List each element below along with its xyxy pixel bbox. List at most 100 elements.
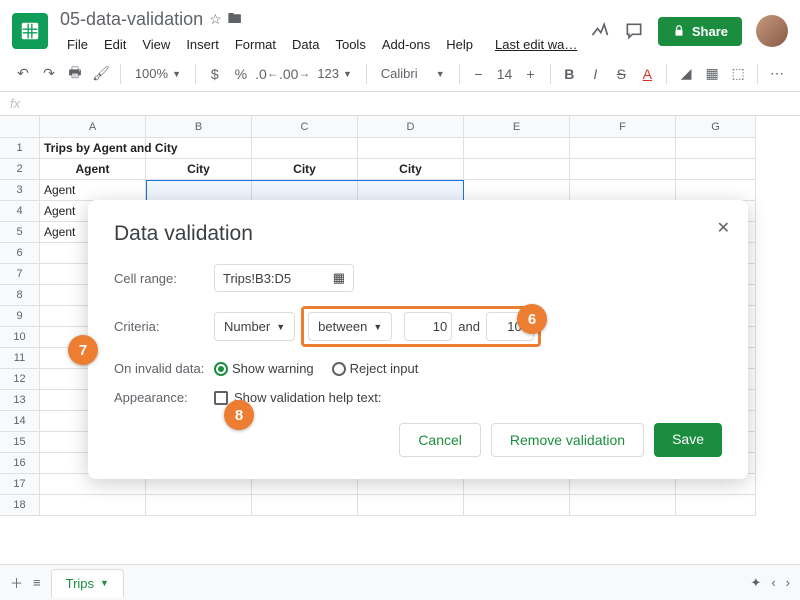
cell[interactable]	[146, 495, 252, 516]
col-header[interactable]: F	[570, 116, 676, 138]
cell[interactable]	[676, 180, 756, 201]
zoom-dropdown[interactable]: 100%▼	[129, 66, 187, 81]
font-dropdown[interactable]: Calibri▼	[375, 66, 451, 81]
menu-format[interactable]: Format	[228, 34, 283, 55]
avatar[interactable]	[756, 15, 788, 47]
row-header[interactable]: 4	[0, 201, 40, 222]
more-icon[interactable]: ⋯	[766, 62, 788, 86]
col-header[interactable]: G	[676, 116, 756, 138]
cell[interactable]	[358, 495, 464, 516]
cell[interactable]	[676, 138, 756, 159]
undo-icon[interactable]: ↶	[12, 62, 34, 86]
cell[interactable]	[570, 159, 676, 180]
cell[interactable]	[146, 180, 252, 201]
row-header[interactable]: 1	[0, 138, 40, 159]
font-size-plus[interactable]: +	[520, 62, 542, 86]
row-header[interactable]: 3	[0, 180, 40, 201]
cell[interactable]	[146, 138, 252, 159]
close-icon[interactable]: ✕	[717, 218, 730, 238]
save-button[interactable]: Save	[654, 423, 722, 457]
comment-icon[interactable]	[624, 21, 644, 41]
menu-help[interactable]: Help	[439, 34, 480, 55]
currency-button[interactable]: $	[204, 62, 226, 86]
move-folder-icon[interactable]: 🖿	[228, 8, 242, 32]
font-size-value[interactable]: 14	[494, 62, 516, 86]
cell[interactable]	[464, 180, 570, 201]
cell[interactable]: City	[146, 159, 252, 180]
cell[interactable]	[358, 138, 464, 159]
cell[interactable]	[464, 159, 570, 180]
doc-title[interactable]: 05-data-validation	[60, 9, 203, 30]
row-header[interactable]: 12	[0, 369, 40, 390]
merge-cells-icon[interactable]: ⬚	[727, 62, 749, 86]
menu-tools[interactable]: Tools	[328, 34, 372, 55]
last-edit-link[interactable]: Last edit wa…	[488, 34, 584, 55]
italic-button[interactable]: I	[584, 62, 606, 86]
menu-insert[interactable]: Insert	[179, 34, 226, 55]
row-header[interactable]: 13	[0, 390, 40, 411]
col-header[interactable]: D	[358, 116, 464, 138]
menu-edit[interactable]: Edit	[97, 34, 133, 55]
menu-addons[interactable]: Add-ons	[375, 34, 437, 55]
cell[interactable]	[252, 495, 358, 516]
percent-button[interactable]: %	[230, 62, 252, 86]
row-header[interactable]: 17	[0, 474, 40, 495]
bold-button[interactable]: B	[558, 62, 580, 86]
select-all-corner[interactable]	[0, 116, 40, 138]
help-text-checkbox[interactable]	[214, 391, 228, 405]
row-header[interactable]: 11	[0, 348, 40, 369]
cell[interactable]	[570, 180, 676, 201]
remove-validation-button[interactable]: Remove validation	[491, 423, 644, 457]
menu-data[interactable]: Data	[285, 34, 326, 55]
sheet-menu-icon[interactable]: ▼	[100, 578, 109, 588]
criteria-min-input[interactable]: 10	[404, 312, 452, 341]
formula-bar[interactable]: fx	[0, 92, 800, 116]
cell[interactable]	[570, 138, 676, 159]
star-icon[interactable]: ☆	[209, 11, 222, 28]
borders-icon[interactable]: ▦	[701, 62, 723, 86]
row-header[interactable]: 9	[0, 306, 40, 327]
scroll-right-icon[interactable]: ›	[786, 575, 790, 590]
cell[interactable]: City	[358, 159, 464, 180]
number-format-dropdown[interactable]: 123▼	[311, 66, 358, 81]
add-sheet-icon[interactable]: ＋	[10, 573, 23, 592]
row-header[interactable]: 8	[0, 285, 40, 306]
cancel-button[interactable]: Cancel	[399, 423, 481, 457]
fill-color-icon[interactable]: ◢	[675, 62, 697, 86]
scroll-left-icon[interactable]: ‹	[771, 575, 775, 590]
cell[interactable]	[676, 159, 756, 180]
cell[interactable]	[252, 138, 358, 159]
text-color-button[interactable]: A	[636, 62, 658, 86]
redo-icon[interactable]: ↷	[38, 62, 60, 86]
explore-icon[interactable]: ✦	[750, 575, 761, 591]
cell[interactable]	[358, 180, 464, 201]
cell[interactable]: Agent	[40, 159, 146, 180]
row-header[interactable]: 15	[0, 432, 40, 453]
col-header[interactable]: B	[146, 116, 252, 138]
increase-decimal-button[interactable]: .00→	[282, 62, 308, 86]
row-header[interactable]: 5	[0, 222, 40, 243]
row-header[interactable]: 2	[0, 159, 40, 180]
cell[interactable]	[464, 495, 570, 516]
row-header[interactable]: 18	[0, 495, 40, 516]
row-header[interactable]: 14	[0, 411, 40, 432]
cell[interactable]	[570, 495, 676, 516]
show-warning-radio[interactable]	[214, 362, 228, 376]
sheet-tab[interactable]: Trips ▼	[51, 569, 124, 597]
menu-file[interactable]: File	[60, 34, 95, 55]
criteria-op-dropdown[interactable]: between▼	[308, 312, 392, 341]
col-header[interactable]: C	[252, 116, 358, 138]
reject-input-radio[interactable]	[332, 362, 346, 376]
cell-range-input[interactable]: Trips!B3:D5 ▦	[214, 264, 354, 292]
cell[interactable]: Agent	[40, 180, 146, 201]
cell[interactable]	[40, 495, 146, 516]
criteria-type-dropdown[interactable]: Number▼	[214, 312, 295, 341]
cell[interactable]	[252, 180, 358, 201]
paint-format-icon[interactable]: 🖌	[90, 62, 112, 86]
menu-view[interactable]: View	[135, 34, 177, 55]
row-header[interactable]: 7	[0, 264, 40, 285]
share-button[interactable]: Share	[658, 17, 742, 46]
decrease-decimal-button[interactable]: .0←	[256, 62, 278, 86]
all-sheets-icon[interactable]: ≡	[33, 575, 41, 590]
cell[interactable]	[464, 138, 570, 159]
